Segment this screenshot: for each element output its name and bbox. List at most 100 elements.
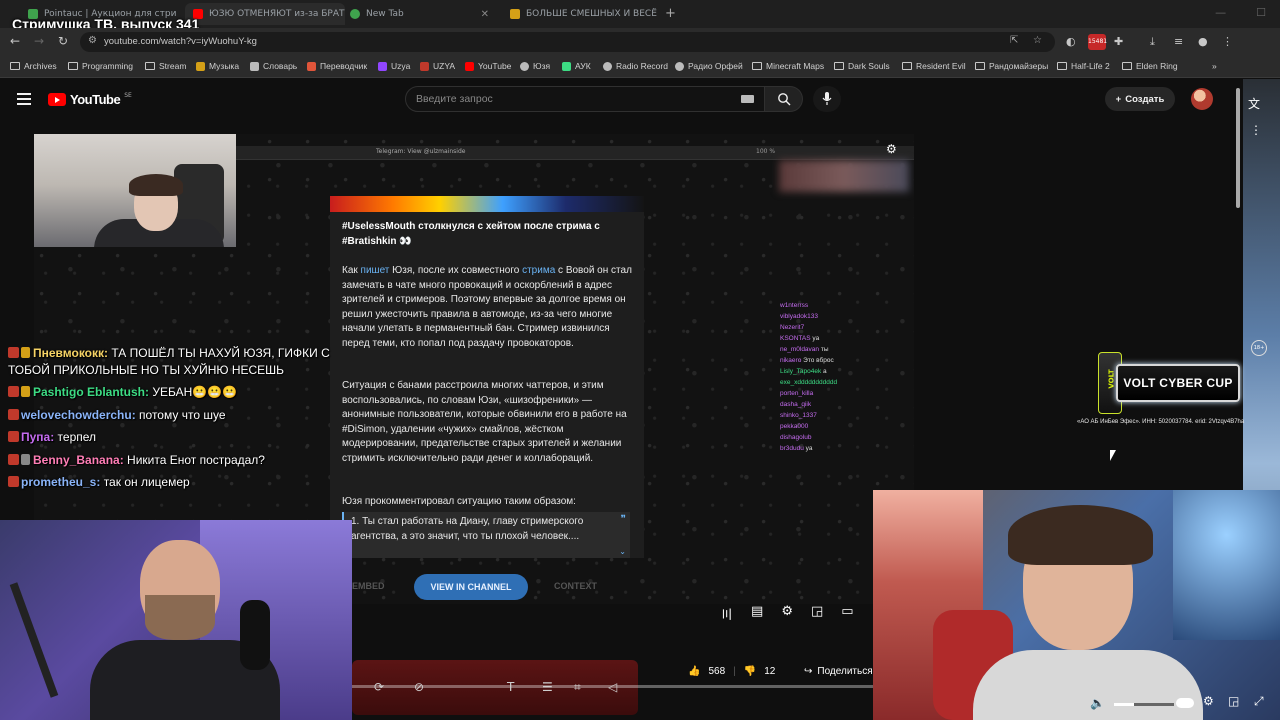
chevron-down-icon[interactable]: ⌄ [619, 547, 626, 556]
embed-button[interactable]: EMBED [352, 581, 385, 591]
bookmark-folder[interactable]: Minecraft Maps [752, 61, 824, 71]
tab-new-tab[interactable]: New Tab ✕ [342, 3, 497, 25]
bookmark-folder[interactable]: Рандомайзеры [975, 61, 1048, 71]
subtitles-icon[interactable]: ▤ [751, 604, 763, 623]
cast-icon[interactable]: ⇱ [1010, 35, 1018, 46]
like-dislike-group: 👍 568 | 👎 12 [688, 666, 776, 677]
bookmark-link[interactable]: АУК [562, 61, 591, 71]
list-item: dasha_qiik [780, 401, 812, 408]
tab-label: БОЛЬШЕ СМЕШНЫХ И ВЕСЁЛ [526, 9, 657, 19]
bookmark-link[interactable]: Uzya [378, 61, 410, 71]
theater-mode-icon[interactable]: ▭ [841, 604, 853, 623]
mute-icon[interactable]: ⊘ [414, 680, 424, 694]
search-placeholder: Введите запрос [416, 93, 493, 105]
thumbs-up-icon[interactable]: 👍 [688, 666, 700, 677]
bookmark-folder[interactable]: Stream [145, 61, 186, 71]
tab-funny[interactable]: БОЛЬШЕ СМЕШНЫХ И ВЕСЁЛ ✕ [502, 3, 657, 25]
volume-icon[interactable]: 🔈 [1090, 696, 1105, 710]
forward-arrow-icon[interactable]: → [34, 34, 44, 48]
bookmark-folder[interactable]: Programming [68, 61, 133, 71]
back-arrow-icon[interactable]: ← [10, 34, 20, 48]
more-bookmarks-chevron-icon[interactable]: » [1212, 61, 1217, 71]
minimize-icon[interactable]: — [1215, 6, 1226, 19]
bookmark-link[interactable]: Радио Орфей [675, 61, 743, 71]
bookmark-link[interactable]: UZYA [420, 61, 455, 71]
post-paragraph-1: Как пишет Юзя, после их совместного стри… [342, 265, 632, 349]
voice-search-button[interactable] [813, 86, 841, 112]
media-control-icon[interactable]: ≡ [1174, 35, 1183, 48]
post-quote[interactable]: 1. Ты стал работать на Диану, главу стри… [342, 512, 630, 558]
bookmarks-bar: Archives Programming Stream Музыка Слова… [0, 56, 1280, 78]
fullscreen-icon[interactable]: ⤢ [1254, 694, 1264, 709]
bookmark-folder[interactable]: Resident Evil [902, 61, 966, 71]
text-icon[interactable]: T [507, 680, 514, 694]
tab-active-video[interactable]: ЮЗЮ ОТМЕНЯЮТ из-за БРАТ ✕ [185, 3, 345, 25]
create-button[interactable]: + Создать [1105, 87, 1175, 111]
thumbs-down-icon[interactable]: 👎 [744, 666, 756, 677]
more-options-icon[interactable]: ⋮ [1250, 123, 1262, 137]
site-settings-icon[interactable]: ⚙ [88, 35, 97, 46]
view-in-channel-button[interactable]: VIEW IN CHANNEL [414, 574, 528, 600]
bookmark-star-icon[interactable]: ☆ [1033, 35, 1042, 46]
maximize-icon[interactable]: ☐ [1256, 6, 1266, 19]
loop-icon[interactable]: ⟳ [374, 680, 384, 694]
list-item: ne_m0ldavan ты [780, 346, 829, 353]
bookmark-link[interactable]: YouTube [465, 61, 511, 71]
folder-icon [145, 62, 155, 70]
video-settings-icon[interactable]: ⚙ [886, 142, 897, 156]
pip-icon[interactable]: ◲ [1228, 694, 1239, 708]
radio-icon [603, 61, 612, 71]
bookmark-link[interactable]: Переводчик [307, 61, 367, 71]
bookmark-link[interactable]: Музыка [196, 61, 239, 71]
autoplay-toggle[interactable] [1176, 698, 1194, 708]
bookmark-link[interactable]: Radio Record [603, 61, 668, 71]
reload-icon[interactable]: ↻ [58, 34, 68, 48]
context-button[interactable]: CONTEXT [554, 581, 597, 591]
list-item: Пупа: терпел [8, 429, 348, 446]
extensions-puzzle-icon[interactable]: ✚ [1114, 35, 1123, 48]
share-button[interactable]: ↪ Поделиться [804, 666, 873, 677]
bookmark-folder[interactable]: Elden Ring [1122, 61, 1178, 71]
search-button[interactable] [765, 86, 803, 112]
search-input[interactable]: Введите запрос [405, 86, 765, 112]
sponsor-legal-text: «АО АБ ИнБев Эфес». ИНН: 5020037784. eri… [1077, 419, 1245, 425]
audio-waveform-icon[interactable]: 〣 [720, 604, 733, 623]
settings-gear-icon[interactable]: ⚙ [1203, 694, 1214, 708]
menu-hamburger-icon[interactable] [17, 93, 31, 105]
close-icon[interactable]: ✕ [481, 9, 489, 20]
translate-icon[interactable]: 文 [1248, 95, 1260, 112]
bookmark-folder[interactable]: Archives [10, 61, 57, 71]
youtube-logo[interactable]: YouTube SE [48, 92, 132, 107]
bookmark-link[interactable]: Юзя [520, 61, 550, 71]
new-tab-plus-icon[interactable]: + [665, 6, 676, 21]
tab-favicon [510, 9, 520, 19]
site-icon [520, 61, 529, 71]
post-link[interactable]: стрима [522, 265, 555, 276]
avatar[interactable] [1191, 88, 1213, 110]
bookmark-folder[interactable]: Dark Souls [834, 61, 890, 71]
post-link[interactable]: пишет [361, 265, 390, 276]
crop-icon[interactable]: ⌗ [574, 680, 581, 695]
bookmark-folder[interactable]: Half-Life 2 [1057, 61, 1110, 71]
list-icon[interactable]: ☰ [542, 680, 553, 694]
subscriber-badge-icon [8, 347, 19, 358]
streamer-webcam-bottom [873, 490, 1280, 720]
list-item: br3dudu ya [780, 445, 813, 452]
extension-icon[interactable]: ◐ [1066, 35, 1076, 48]
volume-slider[interactable] [1114, 703, 1174, 706]
scrollbar[interactable] [1236, 88, 1240, 208]
profile-icon[interactable]: ● [1198, 35, 1208, 48]
music-icon [196, 61, 205, 71]
volume-icon[interactable]: ◁ [608, 680, 617, 694]
list-item: dishagolub [780, 434, 812, 441]
bookmark-link[interactable]: Словарь [250, 61, 297, 71]
list-item: KSONTAS ya [780, 335, 820, 342]
guest-webcam [0, 520, 352, 720]
keyboard-icon[interactable] [741, 95, 754, 103]
miniplayer-icon[interactable]: ◲ [811, 604, 823, 623]
settings-gear-icon[interactable]: ⚙ [781, 604, 793, 623]
browser-menu-icon[interactable]: ⋮ [1222, 35, 1233, 48]
address-bar[interactable]: ⚙ youtube.com/watch?v=iyWuohuY-kg ⇱ ☆ [80, 32, 1055, 52]
download-icon[interactable]: ⤓ [1150, 35, 1155, 49]
translator-icon [307, 61, 316, 71]
